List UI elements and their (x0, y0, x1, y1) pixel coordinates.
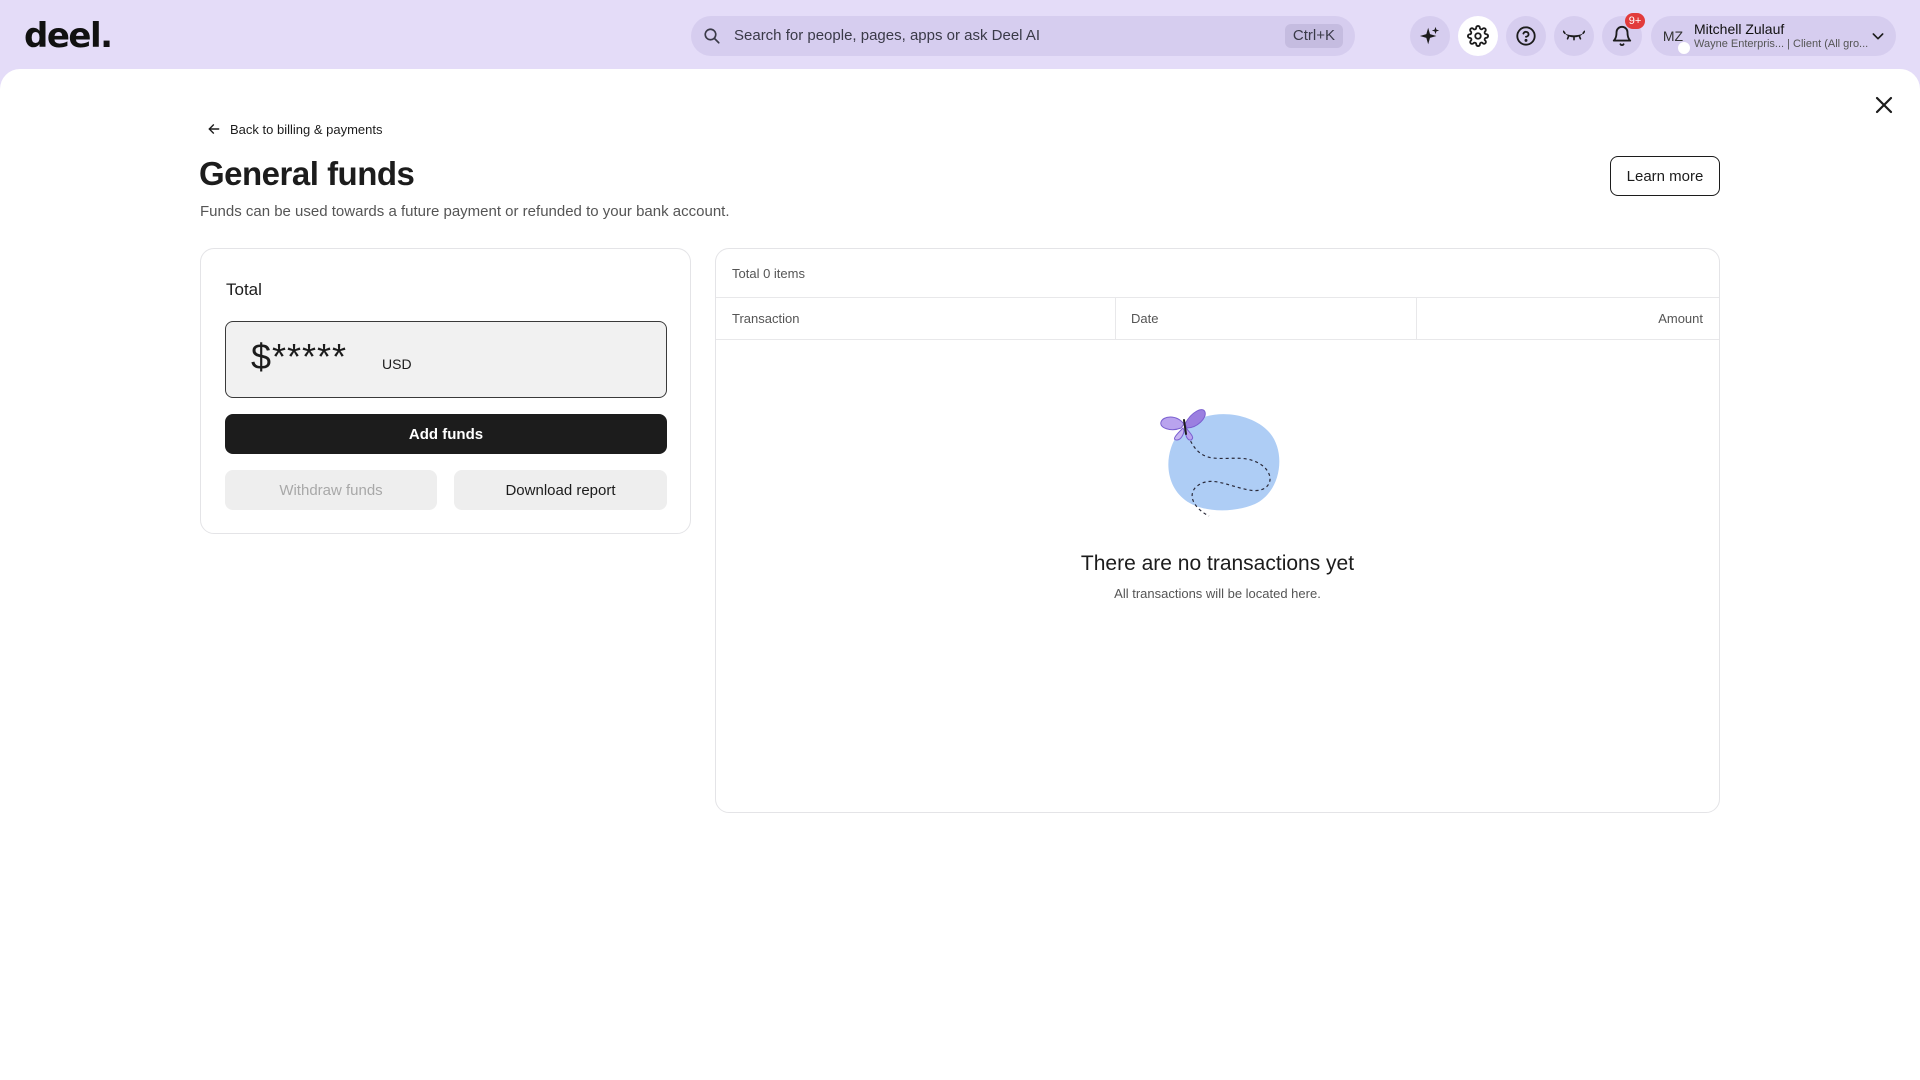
empty-state-subtitle: All transactions will be located here. (1114, 586, 1321, 601)
column-header-transaction[interactable]: Transaction (732, 298, 799, 339)
transactions-count: Total 0 items (732, 266, 805, 281)
top-bar: deel. Search for people, pages, apps or … (0, 0, 1920, 70)
user-menu[interactable]: MZ Mitchell Zulauf Wayne Enterpris... | … (1651, 16, 1896, 56)
close-icon[interactable] (1872, 93, 1896, 117)
gear-icon (1467, 25, 1489, 47)
privacy-mode-button[interactable] (1554, 16, 1594, 56)
user-org: Wayne Enterpris... | Client (All gro... (1694, 38, 1869, 50)
withdraw-funds-button[interactable]: Withdraw funds (225, 470, 437, 510)
search-icon (704, 28, 720, 44)
empty-state-title: There are no transactions yet (1080, 552, 1355, 575)
add-funds-button[interactable]: Add funds (225, 414, 667, 454)
avatar-status-indicator (1677, 41, 1691, 55)
notifications-badge: 9+ (1625, 13, 1645, 29)
column-divider (1115, 298, 1116, 339)
search-placeholder[interactable]: Search for people, pages, apps or ask De… (734, 27, 1040, 44)
learn-more-button[interactable]: Learn more (1610, 156, 1720, 196)
page-title: General funds (199, 155, 415, 192)
eye-closed-icon (1563, 30, 1585, 41)
column-header-amount[interactable]: Amount (1658, 298, 1703, 339)
column-divider (1416, 298, 1417, 339)
table-header: Transaction Date Amount (716, 297, 1719, 340)
chevron-down-icon (1872, 33, 1884, 40)
column-header-date[interactable]: Date (1131, 298, 1158, 339)
page-subtitle: Funds can be used towards a future payme… (200, 203, 730, 220)
ai-assistant-button[interactable] (1410, 16, 1450, 56)
total-card-title: Total (226, 280, 262, 299)
transactions-table: Total 0 items Transaction Date Amount Th… (715, 248, 1720, 813)
balance-currency: USD (382, 356, 412, 372)
user-name: Mitchell Zulauf (1694, 21, 1785, 37)
balance-display: $***** USD (225, 321, 667, 398)
back-to-billing-link[interactable]: Back to billing & payments (207, 119, 382, 139)
download-report-button[interactable]: Download report (454, 470, 667, 510)
help-icon (1516, 26, 1536, 46)
global-search[interactable]: Search for people, pages, apps or ask De… (691, 16, 1355, 56)
search-shortcut-hint: Ctrl+K (1284, 24, 1343, 48)
sparkle-icon (1419, 26, 1440, 45)
back-link-label: Back to billing & payments (230, 121, 383, 137)
balance-amount: $***** (251, 336, 348, 377)
settings-button[interactable] (1458, 16, 1498, 56)
empty-state-illustration (1160, 409, 1280, 517)
deel-logo[interactable]: deel. (24, 16, 113, 56)
total-funds-card: Total $***** USD Add funds Withdraw fund… (200, 248, 691, 534)
main-panel: Back to billing & payments General funds… (0, 69, 1920, 1080)
help-button[interactable] (1506, 16, 1546, 56)
arrow-left-icon (208, 124, 220, 134)
